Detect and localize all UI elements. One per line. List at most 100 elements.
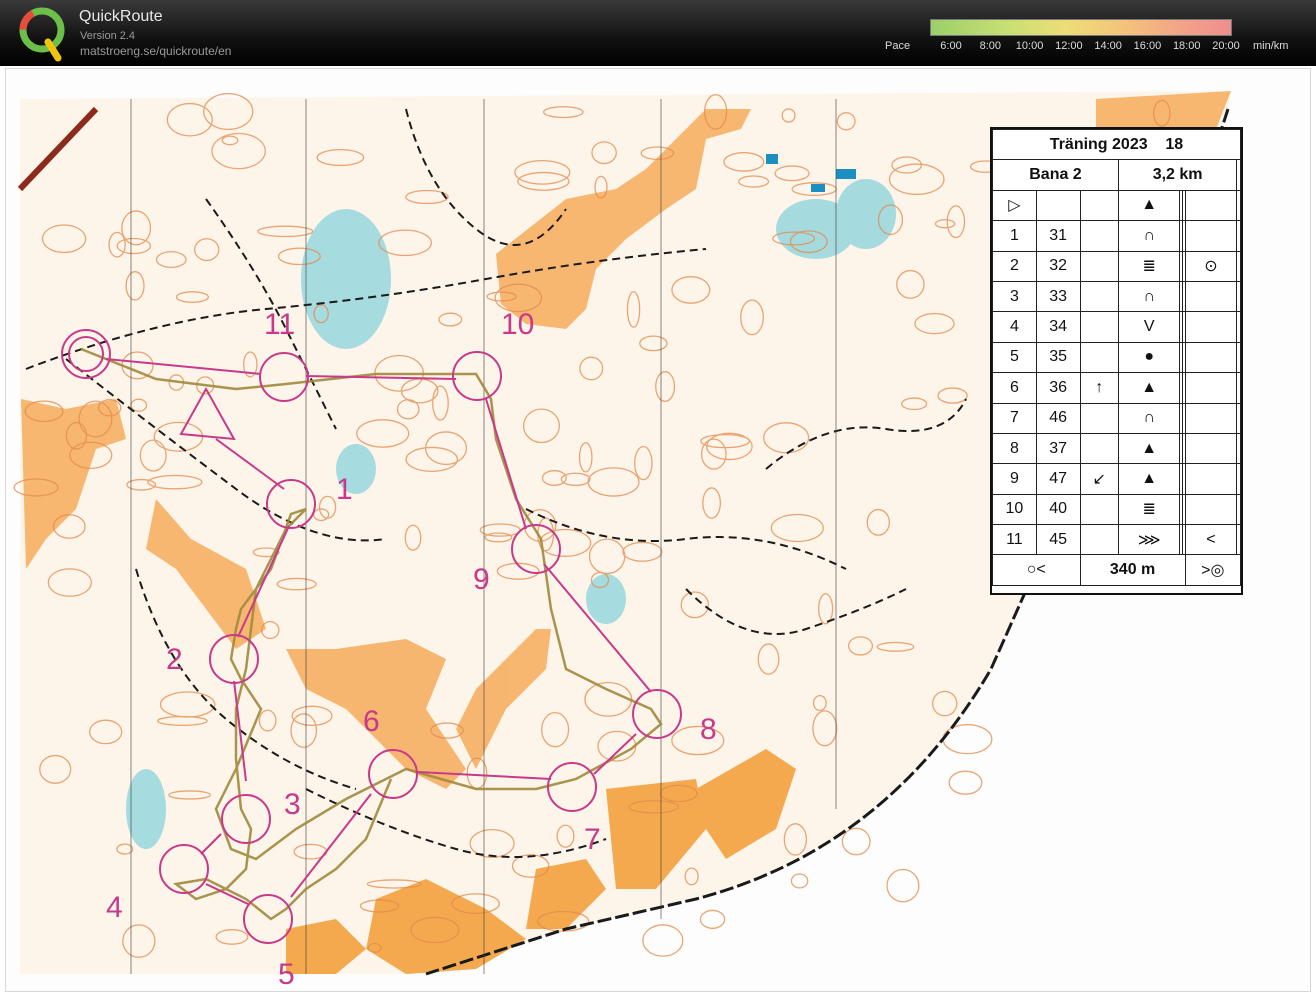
desc-title-cell: Träning 2023 18	[992, 128, 1241, 161]
direction-icon	[1079, 493, 1119, 526]
desc-control-row: 1 31 ∩	[992, 220, 1241, 252]
col-h	[1236, 372, 1241, 404]
desc-control-row: 8 37 ▲	[992, 432, 1241, 465]
pace-unit: min/km	[1253, 40, 1289, 52]
direction-icon	[1079, 280, 1119, 313]
control-number-11: 11	[264, 308, 295, 341]
extra-icon: ⊙	[1184, 250, 1238, 282]
app-header: QuickRoute Version 2.4 matstroeng.se/qui…	[0, 0, 1316, 66]
desc-course-length: 3,2 km	[1117, 159, 1238, 191]
col-h	[1236, 432, 1241, 465]
pace-tick: 18:00	[1172, 40, 1201, 52]
control-number: 7	[992, 402, 1037, 434]
quickroute-logo-icon	[19, 7, 65, 62]
pace-tick: 20:00	[1212, 40, 1240, 52]
control-code: 33	[1035, 280, 1081, 313]
extra-icon	[1184, 311, 1238, 343]
col-h	[1236, 250, 1241, 282]
contour-ring	[790, 873, 809, 889]
col-h	[1236, 311, 1241, 343]
pace-tick: 8:00	[979, 40, 1001, 52]
control-code: 45	[1035, 524, 1081, 556]
feature-icon: ●	[1117, 341, 1181, 374]
contour-ring	[886, 868, 920, 903]
extra-icon	[1184, 341, 1238, 374]
feature-icon: ⋙	[1117, 524, 1181, 556]
desc-event-number: 18	[1165, 135, 1184, 153]
direction-icon	[1079, 432, 1119, 465]
direction-icon	[1079, 220, 1119, 252]
control-number: 9	[992, 463, 1037, 495]
app-version: Version 2.4	[80, 30, 136, 42]
col-h	[1236, 341, 1241, 374]
desc-control-rows: 1 31 ∩ 2 32 ≣ ⊙ 3 33 ∩ 4 34 V 5 35 ● 6 36 ↑ ▲ 7 46 ∩ 8 37 ▲ 9 47 ↙ ▲ 1…	[992, 220, 1241, 556]
desc-control-row: 5 35 ●	[992, 341, 1241, 374]
control-code: 32	[1035, 250, 1081, 282]
pace-tick: 14:00	[1094, 40, 1122, 52]
start-symbol: ▷	[992, 189, 1037, 222]
extra-icon: <	[1184, 524, 1238, 556]
app-title: QuickRoute	[79, 8, 163, 25]
desc-control-row: 11 45 ⋙ <	[992, 524, 1241, 556]
feature-icon: ▲	[1117, 463, 1181, 495]
feature-icon: ▲	[1117, 432, 1181, 465]
control-number-7: 7	[584, 823, 601, 856]
direction-icon: ↙	[1079, 463, 1119, 495]
control-code: 36	[1035, 372, 1081, 404]
feature-icon: ≣	[1117, 250, 1181, 282]
control-number: 6	[992, 372, 1037, 404]
control-code: 46	[1035, 402, 1081, 434]
contour-ring	[942, 724, 993, 755]
control-code: 37	[1035, 432, 1081, 465]
desc-control-row: 2 32 ≣ ⊙	[992, 250, 1241, 282]
feature-icon: ∩	[1117, 220, 1181, 252]
control-number: 5	[992, 341, 1037, 374]
app-url[interactable]: matstroeng.se/quickroute/en	[80, 44, 231, 58]
desc-control-row: 4 34 V	[992, 311, 1241, 343]
direction-icon	[1079, 524, 1119, 556]
direction-icon	[1079, 402, 1119, 434]
control-description-sheet: Träning 2023 18 Bana 2 3,2 km ▷ ▲ 1 31 ∩ 2 3…	[990, 127, 1243, 595]
control-code: 31	[1035, 220, 1081, 252]
start-feature-icon: ▲	[1117, 189, 1181, 222]
feature-icon: ∩	[1117, 280, 1181, 313]
col-h	[1236, 220, 1241, 252]
pace-tick: 6:00	[940, 40, 962, 52]
direction-icon	[1079, 250, 1119, 282]
control-code: 35	[1035, 341, 1081, 374]
desc-control-row: 6 36 ↑ ▲	[992, 372, 1241, 404]
control-number: 8	[992, 432, 1037, 465]
control-number-3: 3	[284, 788, 301, 821]
finish-distance: 340 m	[1079, 554, 1186, 586]
control-number-1: 1	[336, 473, 353, 506]
finish-left-icon: ○<	[992, 554, 1081, 586]
pace-label: Pace	[885, 40, 911, 52]
control-number: 10	[992, 493, 1037, 526]
col-h	[1236, 280, 1241, 313]
pace-tick: 10:00	[1015, 40, 1044, 52]
control-code: 34	[1035, 311, 1081, 343]
direction-icon: ↑	[1079, 372, 1119, 404]
extra-icon	[1184, 372, 1238, 404]
control-number-6: 6	[363, 705, 380, 738]
control-number-2: 2	[166, 643, 183, 676]
contour-ring	[841, 827, 871, 856]
control-number-9: 9	[473, 563, 490, 596]
control-number: 3	[992, 280, 1037, 313]
control-code: 40	[1035, 493, 1081, 526]
col-h	[1236, 493, 1241, 526]
extra-icon	[1184, 463, 1238, 495]
control-number: 11	[992, 524, 1037, 556]
control-number: 1	[992, 220, 1037, 252]
desc-control-row: 3 33 ∩	[992, 280, 1241, 313]
extra-icon	[1184, 432, 1238, 465]
control-number: 2	[992, 250, 1037, 282]
direction-icon	[1079, 341, 1119, 374]
control-number-5: 5	[278, 958, 295, 991]
extra-icon	[1184, 280, 1238, 313]
finish-right-icon: >◎	[1184, 554, 1242, 586]
desc-control-row: 9 47 ↙ ▲	[992, 463, 1241, 495]
direction-icon	[1079, 311, 1119, 343]
contour-ring	[948, 770, 983, 795]
col-h	[1236, 402, 1241, 434]
